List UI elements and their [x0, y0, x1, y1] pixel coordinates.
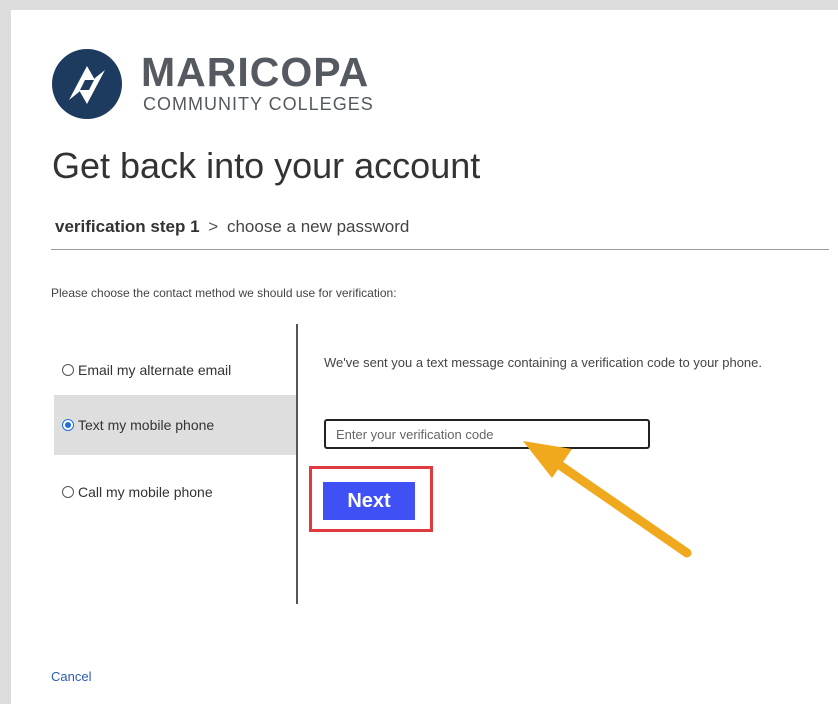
verification-code-input[interactable] [324, 419, 650, 449]
method-label: Email my alternate email [78, 362, 232, 378]
header-divider [51, 249, 829, 250]
method-call-option[interactable]: Call my mobile phone [54, 462, 297, 522]
brand-logo: MARICOPA COMMUNITY COLLEGES [51, 48, 391, 128]
radio-text[interactable] [62, 419, 74, 431]
step-separator: > [208, 217, 219, 236]
radio-email[interactable] [62, 364, 74, 376]
contact-method-list: Email my alternate email Text my mobile … [54, 324, 297, 604]
vertical-divider [296, 324, 298, 604]
method-label: Text my mobile phone [78, 417, 215, 433]
step-next: choose a new password [226, 217, 410, 236]
breadcrumb: verification step 1 > choose a new passw… [55, 216, 409, 238]
method-text-option[interactable]: Text my mobile phone [54, 395, 297, 455]
page-title: Get back into your account [52, 145, 481, 186]
cancel-link[interactable]: Cancel [51, 669, 91, 684]
brand-subtitle: COMMUNITY COLLEGES [143, 94, 374, 114]
step-current: verification step 1 [55, 217, 200, 236]
brand-name: MARICOPA [141, 49, 370, 95]
next-button[interactable]: Next [323, 482, 415, 520]
contact-method-instruction: Please choose the contact method we shou… [51, 286, 397, 300]
method-label: Call my mobile phone [78, 484, 213, 500]
maricopa-logo-icon [52, 49, 122, 119]
radio-call[interactable] [62, 486, 74, 498]
method-email-option[interactable]: Email my alternate email [54, 340, 297, 400]
password-reset-page: MARICOPA COMMUNITY COLLEGES Get back int… [11, 10, 838, 704]
code-sent-message: We've sent you a text message containing… [324, 355, 763, 370]
